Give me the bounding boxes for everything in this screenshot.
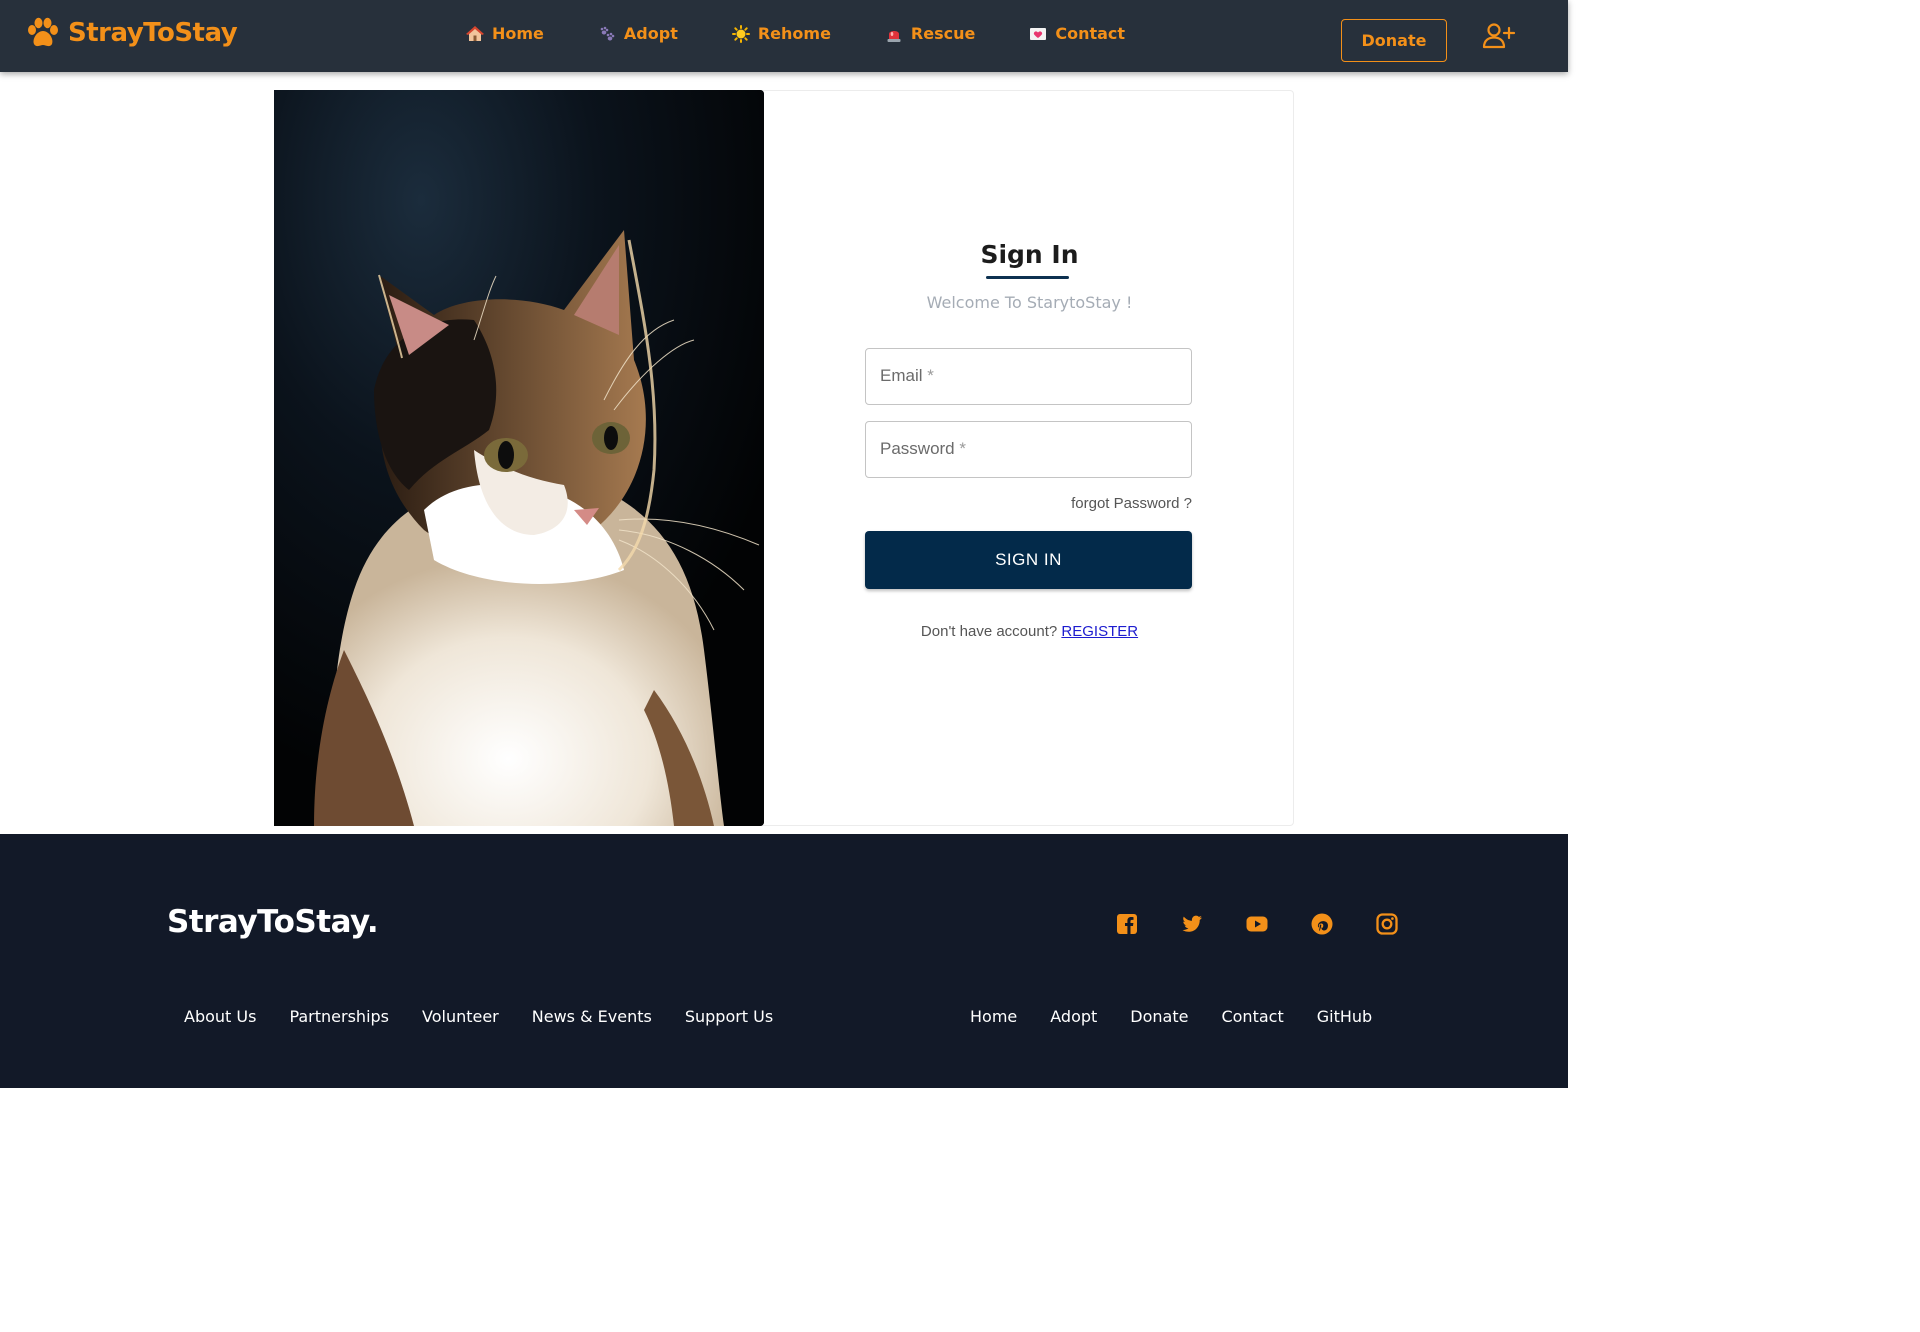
siren-icon — [887, 30, 901, 42]
footer-link-volunteer[interactable]: Volunteer — [422, 1007, 499, 1026]
nav-home-label: Home — [492, 24, 544, 43]
register-link[interactable]: REGISTER — [1061, 623, 1138, 640]
footer-links-right: Home Adopt Donate Contact GitHub — [970, 1007, 1405, 1026]
house-icon — [466, 25, 484, 41]
password-input[interactable] — [866, 422, 1191, 477]
paw-icon — [28, 17, 58, 47]
email-input[interactable] — [866, 349, 1191, 404]
nav-rehome-label: Rehome — [757, 24, 831, 43]
nav-rescue-label: Rescue — [910, 24, 976, 43]
sign-in-button[interactable]: SIGN IN — [865, 531, 1192, 589]
footer-link-contact[interactable]: Contact — [1221, 1007, 1283, 1026]
footer-brand[interactable]: StrayToStay. — [167, 904, 379, 940]
nav-rehome[interactable]: Rehome — [731, 24, 831, 43]
page-title: Sign In — [980, 240, 1079, 269]
brand-logo[interactable]: StrayToStay — [26, 16, 238, 50]
brand-name: StrayToStay — [68, 18, 238, 48]
footer-links-left: About Us Partnerships Volunteer News & E… — [184, 1007, 806, 1026]
footer-link-support-us[interactable]: Support Us — [685, 1007, 773, 1026]
nav-links: Home Adopt Rehome Rescue Contact — [466, 24, 1179, 43]
youtube-icon[interactable] — [1245, 912, 1269, 936]
signin-form: Sign In Welcome To StarytoStay ! Email *… — [765, 90, 1294, 826]
love-letter-icon — [1030, 27, 1047, 40]
navbar: StrayToStay Home Adopt Rehome Rescue Con… — [0, 0, 1568, 72]
footer-link-about-us[interactable]: About Us — [184, 1007, 256, 1026]
nav-contact[interactable]: Contact — [1029, 24, 1125, 43]
no-account-text: Don't have account? — [920, 623, 1058, 640]
instagram-icon[interactable] — [1375, 912, 1399, 936]
footer-link-github[interactable]: GitHub — [1317, 1007, 1372, 1026]
email-field[interactable]: Email * — [865, 348, 1192, 405]
paw-prints-icon — [600, 26, 615, 40]
nav-adopt[interactable]: Adopt — [598, 24, 678, 43]
footer-link-news-events[interactable]: News & Events — [532, 1007, 652, 1026]
footer: StrayToStay. About Us Partnerships Volun… — [0, 834, 1568, 1088]
password-field[interactable]: Password * — [865, 421, 1192, 478]
calico-cat-photo — [274, 90, 764, 826]
footer-link-donate[interactable]: Donate — [1130, 1007, 1188, 1026]
nav-home[interactable]: Home — [466, 24, 544, 43]
nav-adopt-label: Adopt — [623, 24, 678, 43]
social-links — [1115, 912, 1440, 936]
user-add-icon[interactable] — [1482, 22, 1516, 50]
twitter-icon[interactable] — [1180, 912, 1204, 936]
nav-contact-label: Contact — [1055, 24, 1126, 43]
welcome-subtitle: Welcome To StarytoStay ! — [926, 293, 1133, 312]
nav-rescue[interactable]: Rescue — [885, 24, 975, 43]
footer-link-adopt[interactable]: Adopt — [1050, 1007, 1097, 1026]
footer-link-home[interactable]: Home — [970, 1007, 1017, 1026]
forgot-password-link[interactable]: forgot Password ? — [1071, 495, 1192, 512]
title-underline — [986, 276, 1069, 279]
footer-link-partnerships[interactable]: Partnerships — [289, 1007, 389, 1026]
facebook-icon[interactable] — [1115, 912, 1139, 936]
donate-button[interactable]: Donate — [1341, 19, 1447, 62]
sun-icon — [731, 24, 750, 43]
register-prompt: Don't have account? REGISTER — [765, 623, 1294, 640]
pinterest-icon[interactable] — [1310, 912, 1334, 936]
